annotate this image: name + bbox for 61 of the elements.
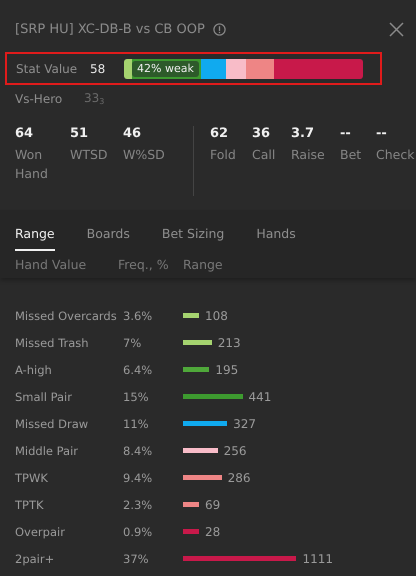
range-count: 441: [248, 390, 272, 404]
hand-value-cell-text: Missed Draw: [15, 416, 90, 430]
hand-value-cell-text: A-high: [15, 362, 53, 376]
column-header[interactable]: Hand Value: [15, 257, 118, 272]
stat-name: Raise: [291, 146, 326, 164]
stat-name: Bet: [340, 146, 362, 164]
panel-title: [SRP HU] XC-DB-B vs CB OOP: [15, 22, 205, 36]
stat-name: Check: [376, 146, 416, 164]
tab[interactable]: Hands: [256, 226, 296, 251]
range-count: 28: [205, 524, 220, 538]
range-count: 1111: [302, 552, 333, 566]
frequency-cell-text: 37%: [123, 552, 150, 566]
frequency-cell-text: 7%: [123, 336, 142, 350]
stat-name: WTSD: [70, 146, 109, 164]
stat-number: 36: [252, 126, 272, 141]
close-icon[interactable]: [389, 22, 404, 36]
frequency-cell-text: 6.4%: [123, 362, 154, 376]
column-header[interactable]: Range: [183, 257, 263, 272]
hand-value-cell-text: TPTK: [15, 498, 45, 512]
stat-name: Call: [252, 146, 276, 164]
range-count: 69: [205, 498, 220, 512]
hand-value-cell-text: 2pair+: [15, 552, 56, 566]
stat-name: Won Hand: [15, 146, 49, 183]
range-count: 286: [228, 470, 251, 484]
range-count: 108: [205, 308, 228, 322]
tab[interactable]: Bet Sizing: [162, 226, 224, 251]
stat-value: 58: [90, 62, 106, 76]
range-count: 195: [215, 362, 238, 376]
hand-value-cell-text: Overpair: [15, 524, 66, 538]
stat-label: Stat Value: [16, 62, 78, 76]
range-count: 327: [233, 416, 256, 430]
stat-number: --: [376, 126, 388, 141]
info-icon[interactable]: [212, 22, 226, 36]
range-count: 256: [224, 444, 246, 458]
stat-number: 51: [70, 126, 90, 141]
tab[interactable]: Range: [15, 226, 55, 251]
stat-number: --: [340, 126, 352, 141]
frequency-cell-text: 0.9%: [123, 524, 154, 538]
stat-number: 3.7: [291, 126, 316, 141]
hand-value-cell-text: Missed Trash: [15, 336, 90, 350]
stat-number: 62: [210, 126, 230, 141]
stat-name: W%SD: [123, 146, 163, 164]
hand-value-cell-text: Small Pair: [15, 390, 73, 404]
range-count: 213: [218, 336, 241, 350]
hand-value-cell-text: Middle Pair: [15, 444, 80, 458]
stat-name: Fold: [210, 146, 237, 164]
vs-hero-label: Vs-Hero: [15, 92, 64, 106]
stat-number: 64: [15, 126, 34, 141]
tab[interactable]: Boards: [86, 226, 130, 251]
frequency-cell-text: 2.3%: [123, 498, 154, 512]
frequency-cell-text: 11%: [123, 416, 150, 430]
stat-number: 46: [123, 126, 142, 141]
frequency-cell-text: 15%: [123, 390, 150, 404]
frequency-cell-text: 3.6%: [123, 308, 154, 322]
hand-value-cell-text: TPWK: [15, 470, 49, 484]
hand-value-cell-text: Missed Overcards: [15, 308, 118, 322]
frequency-cell-text: 9.4%: [123, 470, 154, 484]
frequency-cell-text: 8.4%: [123, 444, 154, 458]
stat-badge: 42% weak: [132, 60, 199, 76]
vs-hero-value: 33$_{3}$: [84, 91, 104, 106]
column-header[interactable]: Freq., %: [118, 257, 183, 272]
